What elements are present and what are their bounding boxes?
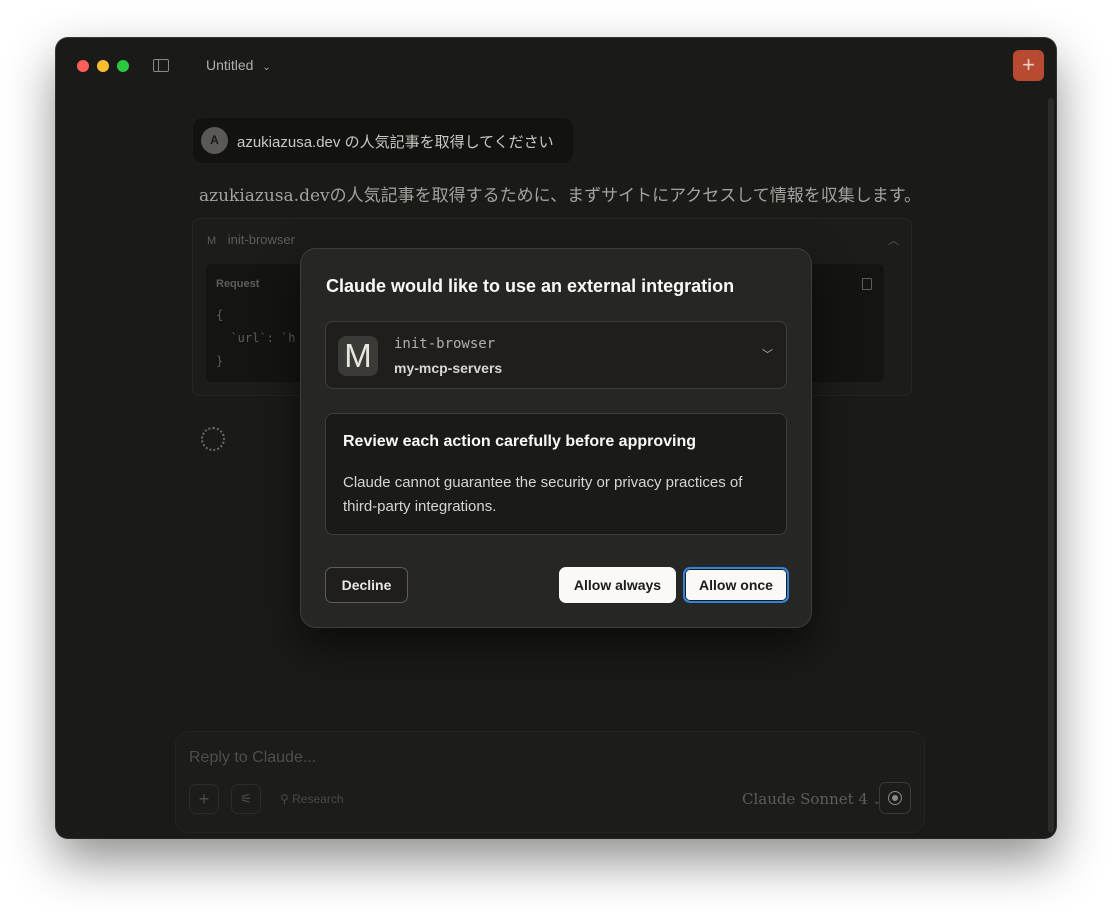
scrollbar[interactable] xyxy=(1048,98,1054,833)
model-selector[interactable]: Claude Sonnet 4 ⌄ xyxy=(742,790,881,808)
code-line: { xyxy=(216,308,224,322)
chevron-up-icon[interactable]: ︿ xyxy=(888,232,899,248)
request-code: { `url`: `h} xyxy=(216,304,295,373)
code-line: } xyxy=(216,354,224,368)
warning-title: Review each action carefully before appr… xyxy=(343,433,696,450)
app-window: Untitled ⌄ + A azukiazusa.dev の人気記事を取得して… xyxy=(56,38,1056,838)
avatar: A xyxy=(201,127,228,154)
user-message: A azukiazusa.dev の人気記事を取得してください xyxy=(193,118,573,163)
integration-server-name: my-mcp-servers xyxy=(394,360,503,376)
minimize-window-button[interactable] xyxy=(97,60,109,72)
chevron-down-icon: ⌄ xyxy=(262,62,271,73)
model-label: Claude Sonnet 4 xyxy=(742,790,868,808)
reply-input[interactable]: Reply to Claude... xyxy=(189,749,316,767)
chevron-down-icon: ﹀ xyxy=(762,349,773,361)
conversation-title: Untitled xyxy=(206,57,254,73)
add-attachment-button[interactable]: + xyxy=(189,784,219,814)
request-label: Request xyxy=(216,278,260,290)
research-label: Research xyxy=(292,792,344,806)
new-chat-button[interactable]: + xyxy=(1013,50,1044,81)
integration-selector[interactable]: M init-browser my-mcp-servers ﹀ xyxy=(325,321,787,389)
integration-tool-name: init-browser xyxy=(394,336,496,352)
integration-logo-icon: M xyxy=(338,336,378,376)
titlebar: Untitled ⌄ + xyxy=(56,38,1056,92)
allow-once-button[interactable]: Allow once xyxy=(683,567,789,603)
research-button[interactable]: ⚲ Research xyxy=(280,792,344,806)
tool-call-header[interactable]: M init-browser xyxy=(207,232,295,247)
tools-button[interactable]: ⚟ xyxy=(231,784,261,814)
assistant-message-text: azukiazusa.devの人気記事を取得するために、まずサイトにアクセスして… xyxy=(199,186,922,206)
user-message-text: azukiazusa.dev の人気記事を取得してください xyxy=(237,134,554,151)
integration-permission-dialog: Claude would like to use an external int… xyxy=(300,248,812,628)
sidebar-toggle-icon[interactable] xyxy=(153,59,169,72)
decline-button[interactable]: Decline xyxy=(325,567,408,603)
composer: Reply to Claude... + ⚟ ⚲ Research Claude… xyxy=(175,731,925,833)
allow-always-button[interactable]: Allow always xyxy=(559,567,676,603)
tool-call-name: init-browser xyxy=(227,232,295,247)
mcp-icon: M xyxy=(207,235,217,247)
conversation-title-menu[interactable]: Untitled ⌄ xyxy=(206,57,271,73)
maximize-window-button[interactable] xyxy=(117,60,129,72)
code-line: `url`: `h xyxy=(216,331,296,345)
warning-body: Claude cannot guarantee the security or … xyxy=(343,474,743,515)
copy-icon[interactable] xyxy=(862,278,872,290)
loading-spinner-icon xyxy=(201,427,225,451)
close-window-button[interactable] xyxy=(77,60,89,72)
dialog-title: Claude would like to use an external int… xyxy=(326,276,735,296)
security-warning: Review each action carefully before appr… xyxy=(325,413,787,535)
search-icon: ⚲ xyxy=(280,792,289,806)
voice-mode-button[interactable] xyxy=(879,782,911,814)
